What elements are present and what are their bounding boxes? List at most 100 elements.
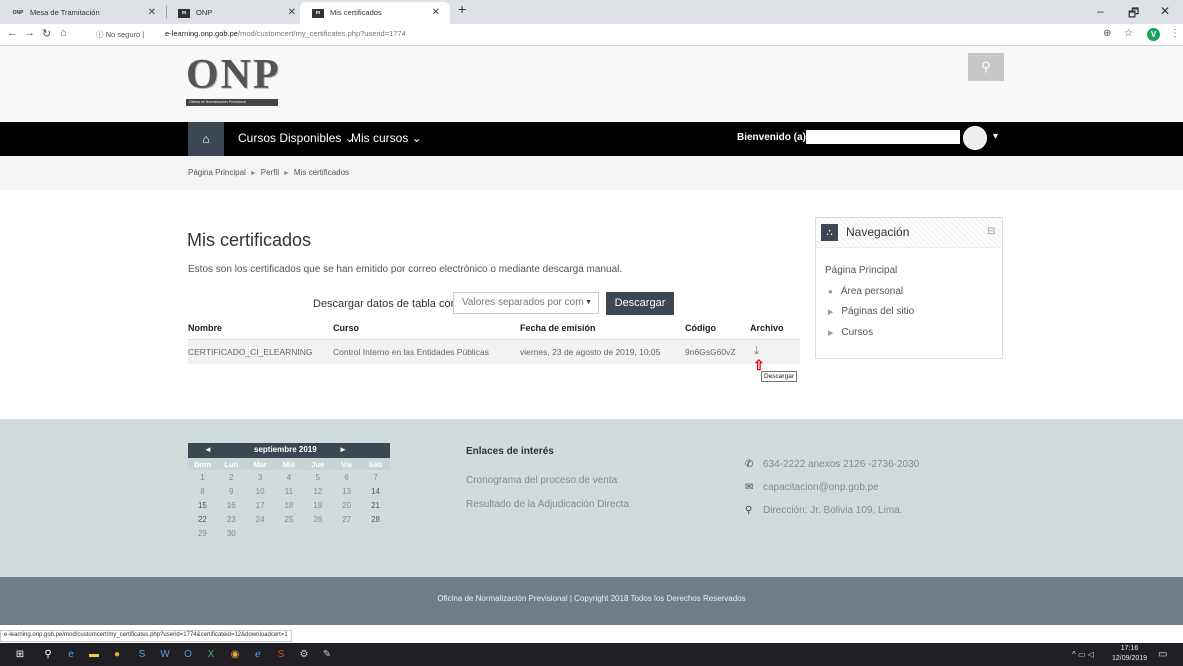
window-maximize-button[interactable]: 🗗 — [1128, 4, 1139, 25]
calendar-month-title: septiembre 2019 — [254, 445, 317, 454]
calendar-day[interactable]: 29 — [188, 526, 217, 540]
calendar-day[interactable]: 14 — [361, 484, 390, 498]
tab-mesa-de-tramitacion[interactable]: ONP Mesa de Tramitación ✕ — [0, 2, 166, 24]
calendar-day[interactable]: 30 — [217, 526, 246, 540]
nav-item-cursos[interactable]: ▶ Cursos — [828, 327, 873, 338]
security-indicator[interactable]: ⓘ No seguro | — [96, 29, 144, 40]
home-icon[interactable]: ⌂ — [60, 27, 67, 39]
user-avatar[interactable] — [963, 126, 987, 150]
settings-tool-icon[interactable]: ✎ — [319, 647, 335, 662]
calendar-day[interactable]: 16 — [217, 498, 246, 512]
calendar-day[interactable]: 1 — [188, 470, 217, 484]
calendar-day[interactable]: 20 — [332, 498, 361, 512]
notification-icon[interactable]: ▭ — [1158, 649, 1167, 660]
calendar-day[interactable]: 17 — [246, 498, 275, 512]
search-icon[interactable]: ⚲ — [40, 647, 56, 662]
breadcrumb: Página Principal ► Perfil ► Mis certificados — [188, 168, 349, 177]
remote-desktop-icon[interactable]: ⚙ — [296, 647, 312, 662]
chrome-app-icon[interactable]: ● — [109, 647, 125, 662]
calendar-day[interactable]: 11 — [275, 484, 304, 498]
calendar-day[interactable]: 7 — [361, 470, 390, 484]
calendar-day[interactable]: 28 — [361, 512, 390, 526]
network-icon: ▭ — [1078, 650, 1086, 659]
calendar-day[interactable]: 3 — [246, 470, 275, 484]
calendar-day[interactable]: 22 — [188, 512, 217, 526]
calendar-day[interactable]: 23 — [217, 512, 246, 526]
url-field[interactable]: e-learning.onp.gob.pe/mod/customcert/my_… — [165, 29, 406, 38]
calendar-day[interactable]: 19 — [303, 498, 332, 512]
onp-logo[interactable]: ONP Oficina de Normalización Previsional — [186, 53, 279, 107]
calendar-day[interactable]: 24 — [246, 512, 275, 526]
system-tray[interactable]: ^ ▭ ◁ — [1072, 650, 1094, 659]
app-s-icon[interactable]: S — [273, 647, 289, 662]
window-close-button[interactable]: ✕ — [1160, 4, 1170, 18]
calendar-day[interactable]: 5 — [303, 470, 332, 484]
calendar-next-icon[interactable]: ► — [339, 445, 347, 454]
nav-item-pagina-principal[interactable]: Página Principal — [825, 265, 897, 276]
status-bar-url: e-learning.onp.gob.pe/mod/customcert/my_… — [0, 630, 292, 642]
column-header-nombre[interactable]: Nombre — [188, 317, 333, 340]
tab-mis-certificados[interactable]: m Mis certificados ✕ — [300, 2, 450, 24]
tab-close-icon[interactable]: ✕ — [432, 2, 440, 24]
calendar-day[interactable]: 15 — [188, 498, 217, 512]
link-resultado-adjudicacion[interactable]: Resultado de la Adjudicación Directa — [466, 499, 629, 510]
outlook-icon[interactable]: O — [180, 647, 196, 662]
moodle-favicon-icon: m — [312, 9, 324, 18]
tab-onp[interactable]: m ONP ✕ — [166, 2, 306, 24]
download-button[interactable]: Descargar — [606, 292, 674, 315]
calendar-prev-icon[interactable]: ◄ — [204, 445, 212, 454]
phone-icon: ✆ — [745, 459, 754, 470]
calendar-day[interactable]: 12 — [303, 484, 332, 498]
excel-icon[interactable]: X — [203, 647, 219, 662]
main-navbar — [0, 122, 1183, 156]
calendar-day[interactable]: 13 — [332, 484, 361, 498]
skype-icon[interactable]: S — [134, 647, 150, 662]
calendar-day[interactable]: 2 — [217, 470, 246, 484]
forward-icon[interactable]: → — [24, 27, 35, 39]
column-header-curso[interactable]: Curso — [333, 317, 520, 340]
collapse-block-icon[interactable]: ⊟ — [987, 226, 995, 237]
windows-start-icon[interactable]: ⊞ — [12, 647, 28, 662]
column-header-fecha[interactable]: Fecha de emisión — [520, 317, 685, 340]
internet-explorer-icon[interactable]: ℯ — [250, 647, 266, 662]
link-cronograma[interactable]: Cronograma del proceso de venta — [466, 475, 617, 486]
zoom-icon[interactable]: ⊕ — [1103, 28, 1111, 39]
reload-icon[interactable]: ↻ — [42, 27, 51, 40]
calendar-day[interactable]: 18 — [275, 498, 304, 512]
tab-close-icon[interactable]: ✕ — [148, 2, 156, 24]
breadcrumb-item-perfil[interactable]: Perfil — [261, 168, 279, 177]
menu-dots-icon[interactable]: ⋮ — [1170, 28, 1180, 39]
edge-icon[interactable]: e — [63, 647, 79, 662]
taskbar-clock[interactable]: 17:16 12/09/2019 — [1112, 644, 1147, 664]
nav-mis-cursos[interactable]: Mis cursos ⌄ — [351, 131, 422, 145]
window-minimize-button[interactable]: – — [1097, 4, 1104, 18]
calendar-day[interactable]: 25 — [275, 512, 304, 526]
calendar-day[interactable]: 9 — [217, 484, 246, 498]
calendar-day[interactable]: 27 — [332, 512, 361, 526]
breadcrumb-item-home[interactable]: Página Principal — [188, 168, 246, 177]
contact-email[interactable]: ✉ capacitacion@onp.gob.pe — [745, 482, 879, 493]
download-icon[interactable]: ⤓ — [750, 345, 759, 357]
nav-item-paginas-del-sitio[interactable]: ▶ Páginas del sitio — [828, 306, 914, 317]
back-icon[interactable]: ← — [7, 27, 18, 39]
calendar-day[interactable]: 21 — [361, 498, 390, 512]
calendar-day[interactable]: 8 — [188, 484, 217, 498]
new-tab-button[interactable]: + — [458, 1, 466, 17]
calendar-day[interactable]: 6 — [332, 470, 361, 484]
word-icon[interactable]: W — [157, 647, 173, 662]
calendar-day[interactable]: 26 — [303, 512, 332, 526]
chrome-icon[interactable]: ◉ — [227, 647, 243, 662]
download-format-select[interactable]: Valores separados por com ▼ — [453, 292, 599, 314]
search-button[interactable]: ⚲ — [968, 53, 1004, 81]
calendar-day[interactable]: 4 — [275, 470, 304, 484]
file-explorer-icon[interactable]: ▬ — [86, 647, 102, 662]
calendar-day[interactable]: 10 — [246, 484, 275, 498]
profile-avatar[interactable]: V — [1147, 28, 1160, 41]
tab-close-icon[interactable]: ✕ — [288, 2, 296, 24]
home-button[interactable]: ⌂ — [188, 122, 224, 156]
nav-item-area-personal[interactable]: ● Área personal — [828, 286, 903, 297]
nav-cursos-disponibles[interactable]: Cursos Disponibles ⌄ — [238, 131, 355, 145]
column-header-codigo[interactable]: Código — [685, 317, 750, 340]
bookmark-star-icon[interactable]: ☆ — [1124, 28, 1133, 39]
user-menu-caret-icon[interactable]: ▾ — [993, 131, 998, 142]
